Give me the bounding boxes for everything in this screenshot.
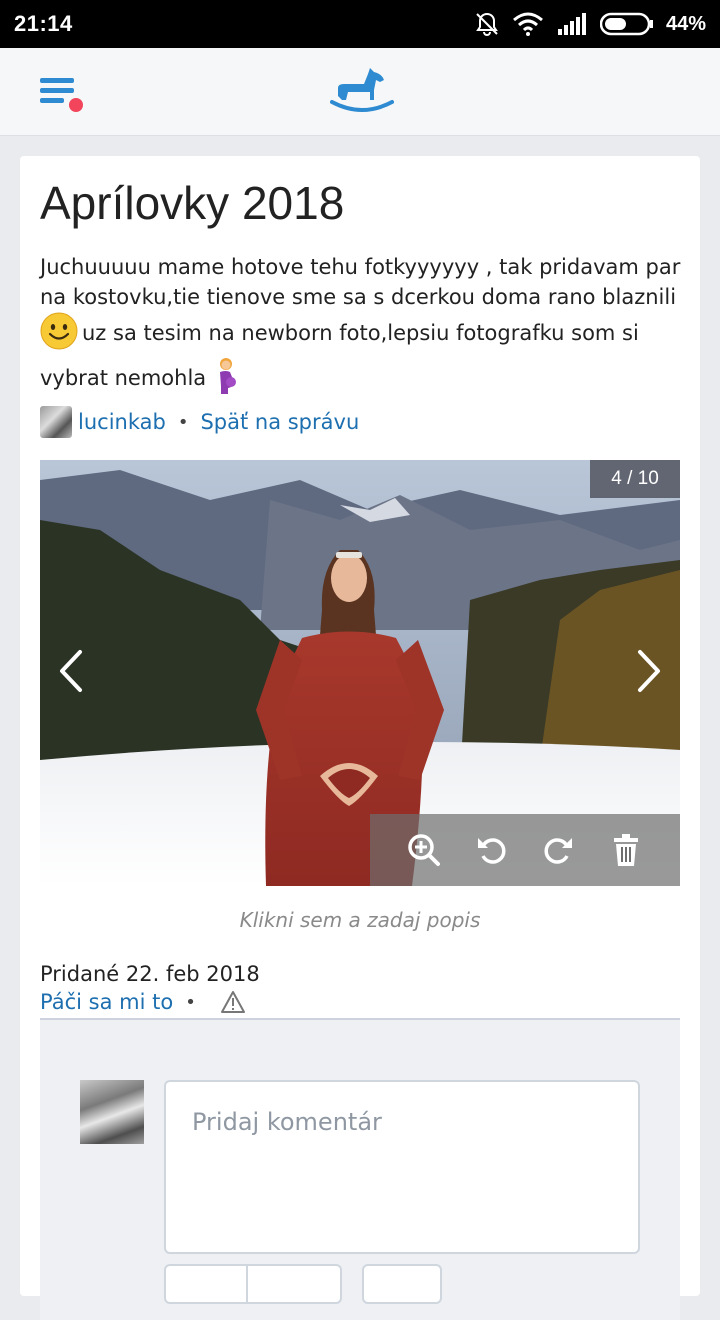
comment-section: Pridaj komentár (40, 1020, 680, 1320)
menu-list-icon[interactable] (38, 74, 86, 114)
back-to-article-link[interactable]: Späť na správu (200, 410, 359, 434)
post-description: Juchuuuuu mame hotove tehu fotkyyyyyy , … (40, 252, 690, 402)
meta-separator: • (177, 411, 189, 433)
post-card: Aprílovky 2018 Juchuuuuu mame hotove teh… (20, 156, 700, 1320)
signal-icon (557, 13, 586, 35)
comment-button-group (164, 1264, 342, 1304)
rotate-right-icon (544, 838, 572, 864)
page-title: Aprílovky 2018 (40, 177, 345, 229)
post-actions: Páči sa mi to • (40, 990, 246, 1014)
app-header (0, 48, 720, 136)
bell-muted-icon (476, 12, 498, 36)
rotate-left-icon (478, 838, 506, 864)
wifi-icon (512, 12, 543, 36)
comment-placeholder: Pridaj komentár (192, 1108, 382, 1136)
status-icons: 44% (474, 11, 706, 37)
battery-icon (599, 12, 653, 36)
like-link[interactable]: Páči sa mi to (40, 990, 173, 1014)
rotate-right-button[interactable] (541, 832, 577, 868)
comment-option-button-3[interactable] (362, 1264, 442, 1304)
rotate-left-button[interactable] (473, 832, 509, 868)
zoom-in-icon (408, 834, 440, 866)
post-meta: lucinkab • Späť na správu (40, 406, 359, 438)
description-text-1: Juchuuuuu mame hotove tehu fotkyyyyyy , … (40, 255, 681, 309)
smile-emoji-icon (40, 312, 78, 350)
author-avatar[interactable] (40, 406, 72, 438)
actions-separator: • (185, 991, 196, 1013)
prev-image-chevron-left-icon[interactable] (54, 648, 88, 694)
rocking-horse-logo[interactable] (330, 66, 394, 118)
added-date: Pridané 22. feb 2018 (40, 962, 260, 986)
delete-button[interactable] (608, 832, 644, 868)
comment-option-button-2[interactable] (248, 1264, 342, 1304)
report-warning-icon[interactable] (220, 990, 246, 1014)
status-bar: 21:14 44% (0, 0, 720, 48)
battery-percent: 44% (665, 12, 706, 35)
trash-icon (614, 834, 639, 866)
description-text-2: uz sa tesim na newborn foto,lepsiu fotog… (40, 321, 639, 390)
status-time: 21:14 (14, 11, 73, 36)
comment-input[interactable]: Pridaj komentár (164, 1080, 640, 1254)
caption-hint[interactable]: Klikni sem a zadaj popis (20, 908, 700, 932)
author-link[interactable]: lucinkab (78, 410, 166, 434)
image-counter: 4 / 10 (590, 460, 680, 498)
pregnant-woman-emoji-icon (220, 358, 237, 394)
gallery-photo[interactable]: 4 / 10 (40, 460, 680, 886)
user-avatar (80, 1080, 144, 1144)
next-image-chevron-right-icon[interactable] (632, 648, 666, 694)
zoom-in-button[interactable] (406, 832, 442, 868)
comment-option-button-1[interactable] (164, 1264, 248, 1304)
image-toolbar (370, 814, 680, 886)
